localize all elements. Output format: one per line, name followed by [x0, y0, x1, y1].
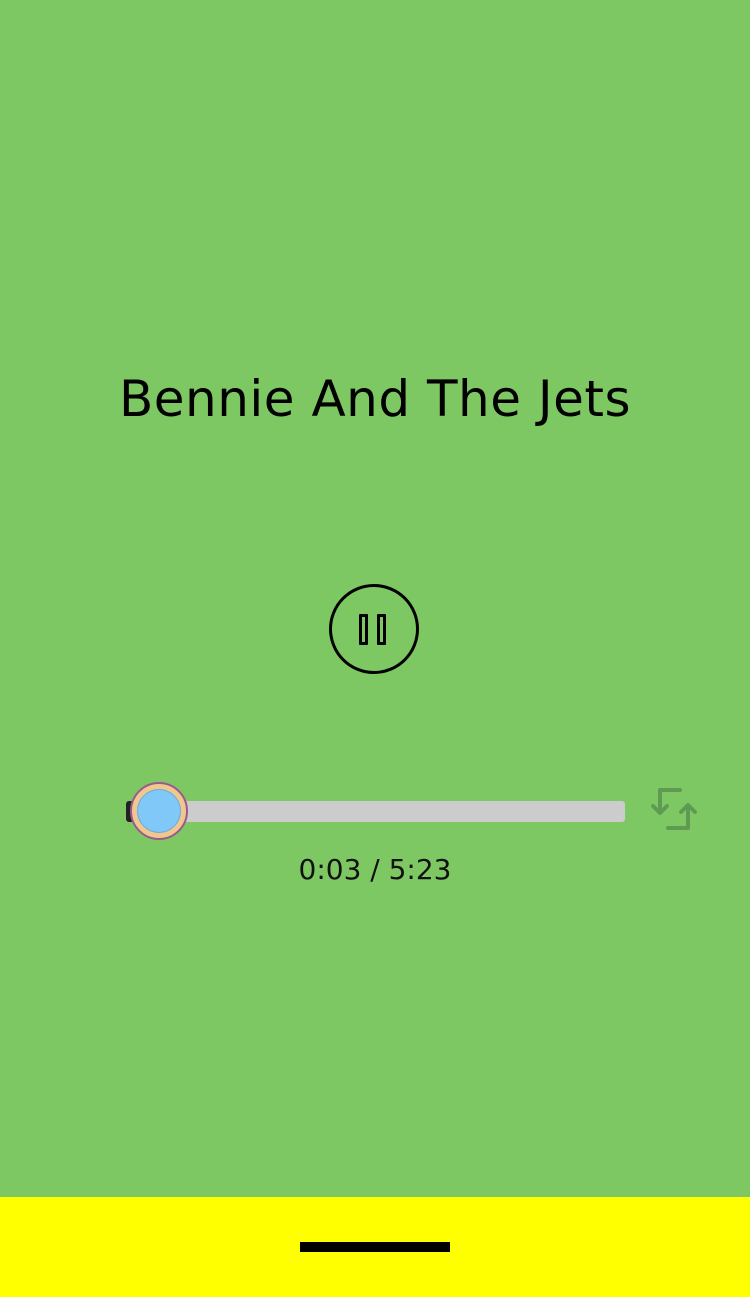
progress-slider[interactable]: [126, 801, 625, 822]
song-title: Bennie And The Jets: [118, 370, 632, 428]
time-display: 0:03 / 5:23: [298, 853, 452, 886]
pause-icon-right-bar: [377, 614, 386, 645]
home-indicator[interactable]: [300, 1242, 450, 1252]
pause-icon-left-bar: [359, 614, 368, 645]
repeat-icon[interactable]: [648, 782, 702, 836]
progress-slider-thumb[interactable]: [130, 782, 188, 840]
thumb-inner: [137, 789, 181, 833]
pause-button[interactable]: [329, 584, 419, 674]
